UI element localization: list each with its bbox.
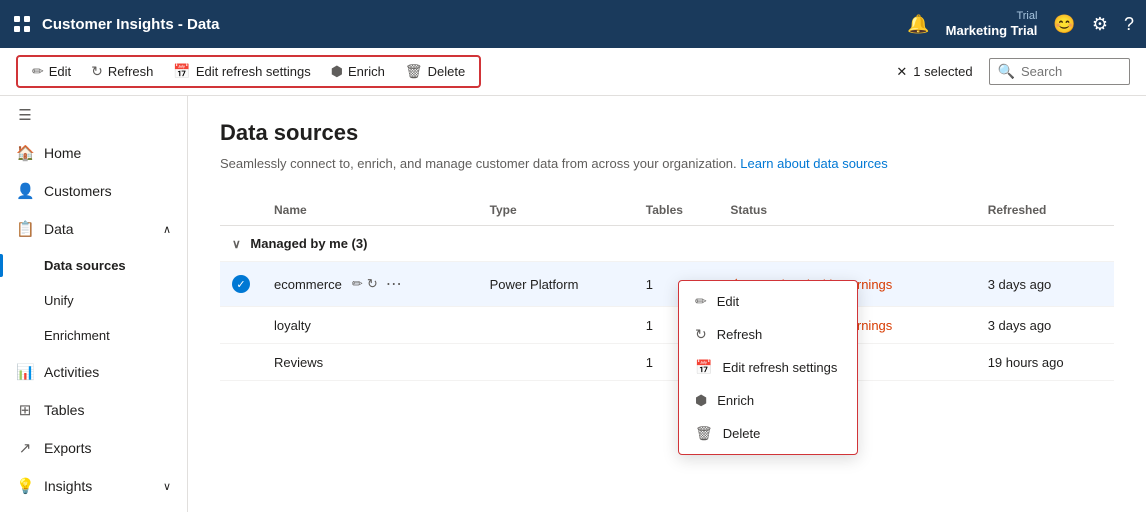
col-status: Status xyxy=(718,195,975,226)
page-title: Data sources xyxy=(220,120,1114,146)
customers-icon: 👤 xyxy=(16,182,34,200)
refresh-button[interactable]: ↻ Refresh xyxy=(81,59,163,84)
nav-left: Customer Insights - Data xyxy=(12,14,220,34)
help-icon[interactable]: ? xyxy=(1124,14,1134,35)
context-refresh-icon: ↻ xyxy=(695,326,707,343)
data-icon: 📋 xyxy=(16,220,34,238)
top-navigation: Customer Insights - Data 🔔 Trial Marketi… xyxy=(0,0,1146,48)
search-input[interactable] xyxy=(1021,64,1121,79)
row-name-reviews: Reviews xyxy=(262,344,478,381)
row-type-loyalty xyxy=(478,307,634,344)
sidebar-item-exports[interactable]: ↗ Exports xyxy=(0,429,187,467)
row-check-reviews[interactable] xyxy=(220,344,262,381)
sidebar-hamburger[interactable]: ☰ xyxy=(0,96,187,134)
group-header-managed: ∨ Managed by me (3) xyxy=(220,226,1114,262)
activities-icon: 📊 xyxy=(16,363,34,381)
learn-link[interactable]: Learn about data sources xyxy=(740,156,887,171)
refresh-row-icon[interactable]: ↻ xyxy=(367,276,378,292)
edit-refresh-button[interactable]: 📅 Edit refresh settings xyxy=(163,59,320,84)
delete-button[interactable]: 🗑 Delete xyxy=(395,59,475,84)
delete-icon: 🗑 xyxy=(405,63,423,80)
edit-icon: ✏ xyxy=(32,63,44,80)
context-refresh[interactable]: ↻ Refresh xyxy=(679,318,857,351)
col-name: Name xyxy=(262,195,478,226)
more-options-trigger[interactable]: ⋯ xyxy=(382,272,406,296)
row-refreshed-loyalty: 3 days ago xyxy=(976,307,1114,344)
tables-icon: ⊞ xyxy=(16,401,34,419)
sidebar-item-data[interactable]: 📋 Data ∧ xyxy=(0,210,187,248)
main-content: Data sources Seamlessly connect to, enri… xyxy=(188,96,1146,512)
col-type: Type xyxy=(478,195,634,226)
search-box[interactable]: 🔍 xyxy=(989,58,1130,85)
table-row[interactable]: ✓ ecommerce ✏ ↻ ⋯ Power Platform 1 xyxy=(220,262,1114,307)
settings-icon[interactable]: ⚙ xyxy=(1092,14,1108,35)
chevron-up-icon: ∧ xyxy=(163,223,171,236)
group-chevron[interactable]: ∨ xyxy=(232,237,241,251)
action-toolbar: ✏ Edit ↻ Refresh 📅 Edit refresh settings… xyxy=(0,48,1146,96)
data-sources-table: Name Type Tables Status Refreshed ∨ Mana… xyxy=(220,195,1114,381)
table-row[interactable]: Reviews 1 ✓ Successful 19 hours ago xyxy=(220,344,1114,381)
page-description: Seamlessly connect to, enrich, and manag… xyxy=(220,156,1114,171)
context-edit-refresh-icon: 📅 xyxy=(695,359,712,376)
chevron-down-icon: ∨ xyxy=(163,480,171,493)
main-layout: ☰ 🏠 Home 👤 Customers 📋 Data ∧ Data sourc… xyxy=(0,96,1146,512)
row-type-ecommerce: Power Platform xyxy=(478,262,634,307)
apps-icon[interactable] xyxy=(12,14,32,34)
user-icon[interactable]: 😊 xyxy=(1053,14,1075,35)
sidebar-item-activities[interactable]: 📊 Activities xyxy=(0,353,187,391)
edit-row-icon[interactable]: ✏ xyxy=(352,276,363,292)
insights-icon: 💡 xyxy=(16,477,34,495)
sidebar-item-customers[interactable]: 👤 Customers xyxy=(0,172,187,210)
context-enrich[interactable]: ⬢ Enrich xyxy=(679,384,857,417)
toolbar-right: ✕ 1 selected 🔍 xyxy=(896,58,1130,85)
context-edit-icon: ✏ xyxy=(695,293,707,310)
row-name-ecommerce: ecommerce ✏ ↻ ⋯ xyxy=(262,262,478,307)
home-icon: 🏠 xyxy=(16,144,34,162)
context-delete-icon: 🗑 xyxy=(695,425,713,442)
sidebar-item-data-sources[interactable]: Data sources xyxy=(0,248,187,283)
context-edit[interactable]: ✏ Edit xyxy=(679,285,857,318)
row-refreshed-ecommerce: 3 days ago xyxy=(976,262,1114,307)
bell-icon[interactable]: 🔔 xyxy=(907,14,929,35)
row-check-loyalty[interactable] xyxy=(220,307,262,344)
sidebar-item-settings[interactable]: ⚙ Settings ∨ xyxy=(0,505,187,512)
hamburger-icon: ☰ xyxy=(16,106,34,124)
row-type-reviews xyxy=(478,344,634,381)
sidebar-item-home[interactable]: 🏠 Home xyxy=(0,134,187,172)
sidebar-item-insights[interactable]: 💡 Insights ∨ xyxy=(0,467,187,505)
edit-refresh-icon: 📅 xyxy=(173,63,190,80)
trial-badge: Trial Marketing Trial xyxy=(946,10,1038,39)
edit-button[interactable]: ✏ Edit xyxy=(22,59,81,84)
col-tables: Tables xyxy=(634,195,719,226)
context-enrich-icon: ⬢ xyxy=(695,392,707,409)
nav-right: 🔔 Trial Marketing Trial 😊 ⚙ ? xyxy=(907,10,1134,39)
sidebar-item-tables[interactable]: ⊞ Tables xyxy=(0,391,187,429)
enrich-button[interactable]: ⬢ Enrich xyxy=(321,59,395,84)
col-refreshed: Refreshed xyxy=(976,195,1114,226)
sidebar-item-enrichment[interactable]: Enrichment xyxy=(0,318,187,353)
sidebar-item-unify[interactable]: Unify xyxy=(0,283,187,318)
sidebar: ☰ 🏠 Home 👤 Customers 📋 Data ∧ Data sourc… xyxy=(0,96,188,512)
toolbar-action-group: ✏ Edit ↻ Refresh 📅 Edit refresh settings… xyxy=(16,55,481,88)
refresh-icon: ↻ xyxy=(91,63,103,80)
exports-icon: ↗ xyxy=(16,439,34,457)
context-delete[interactable]: 🗑 Delete xyxy=(679,417,857,450)
row-name-loyalty: loyalty xyxy=(262,307,478,344)
check-icon: ✓ xyxy=(232,275,250,293)
enrich-icon: ⬢ xyxy=(331,63,343,80)
selected-count: ✕ 1 selected xyxy=(896,64,972,80)
context-edit-refresh[interactable]: 📅 Edit refresh settings xyxy=(679,351,857,384)
context-menu: ✏ Edit ↻ Refresh 📅 Edit refresh settings… xyxy=(678,280,858,455)
row-check-ecommerce[interactable]: ✓ xyxy=(220,262,262,307)
row-refreshed-reviews: 19 hours ago xyxy=(976,344,1114,381)
app-title: Customer Insights - Data xyxy=(42,16,220,33)
table-row[interactable]: loyalty 1 ⚠ Completed with warnings 3 da… xyxy=(220,307,1114,344)
close-icon[interactable]: ✕ xyxy=(896,64,907,80)
col-check xyxy=(220,195,262,226)
row-actions: ecommerce ✏ ↻ ⋯ xyxy=(274,272,466,296)
search-icon: 🔍 xyxy=(998,63,1015,80)
